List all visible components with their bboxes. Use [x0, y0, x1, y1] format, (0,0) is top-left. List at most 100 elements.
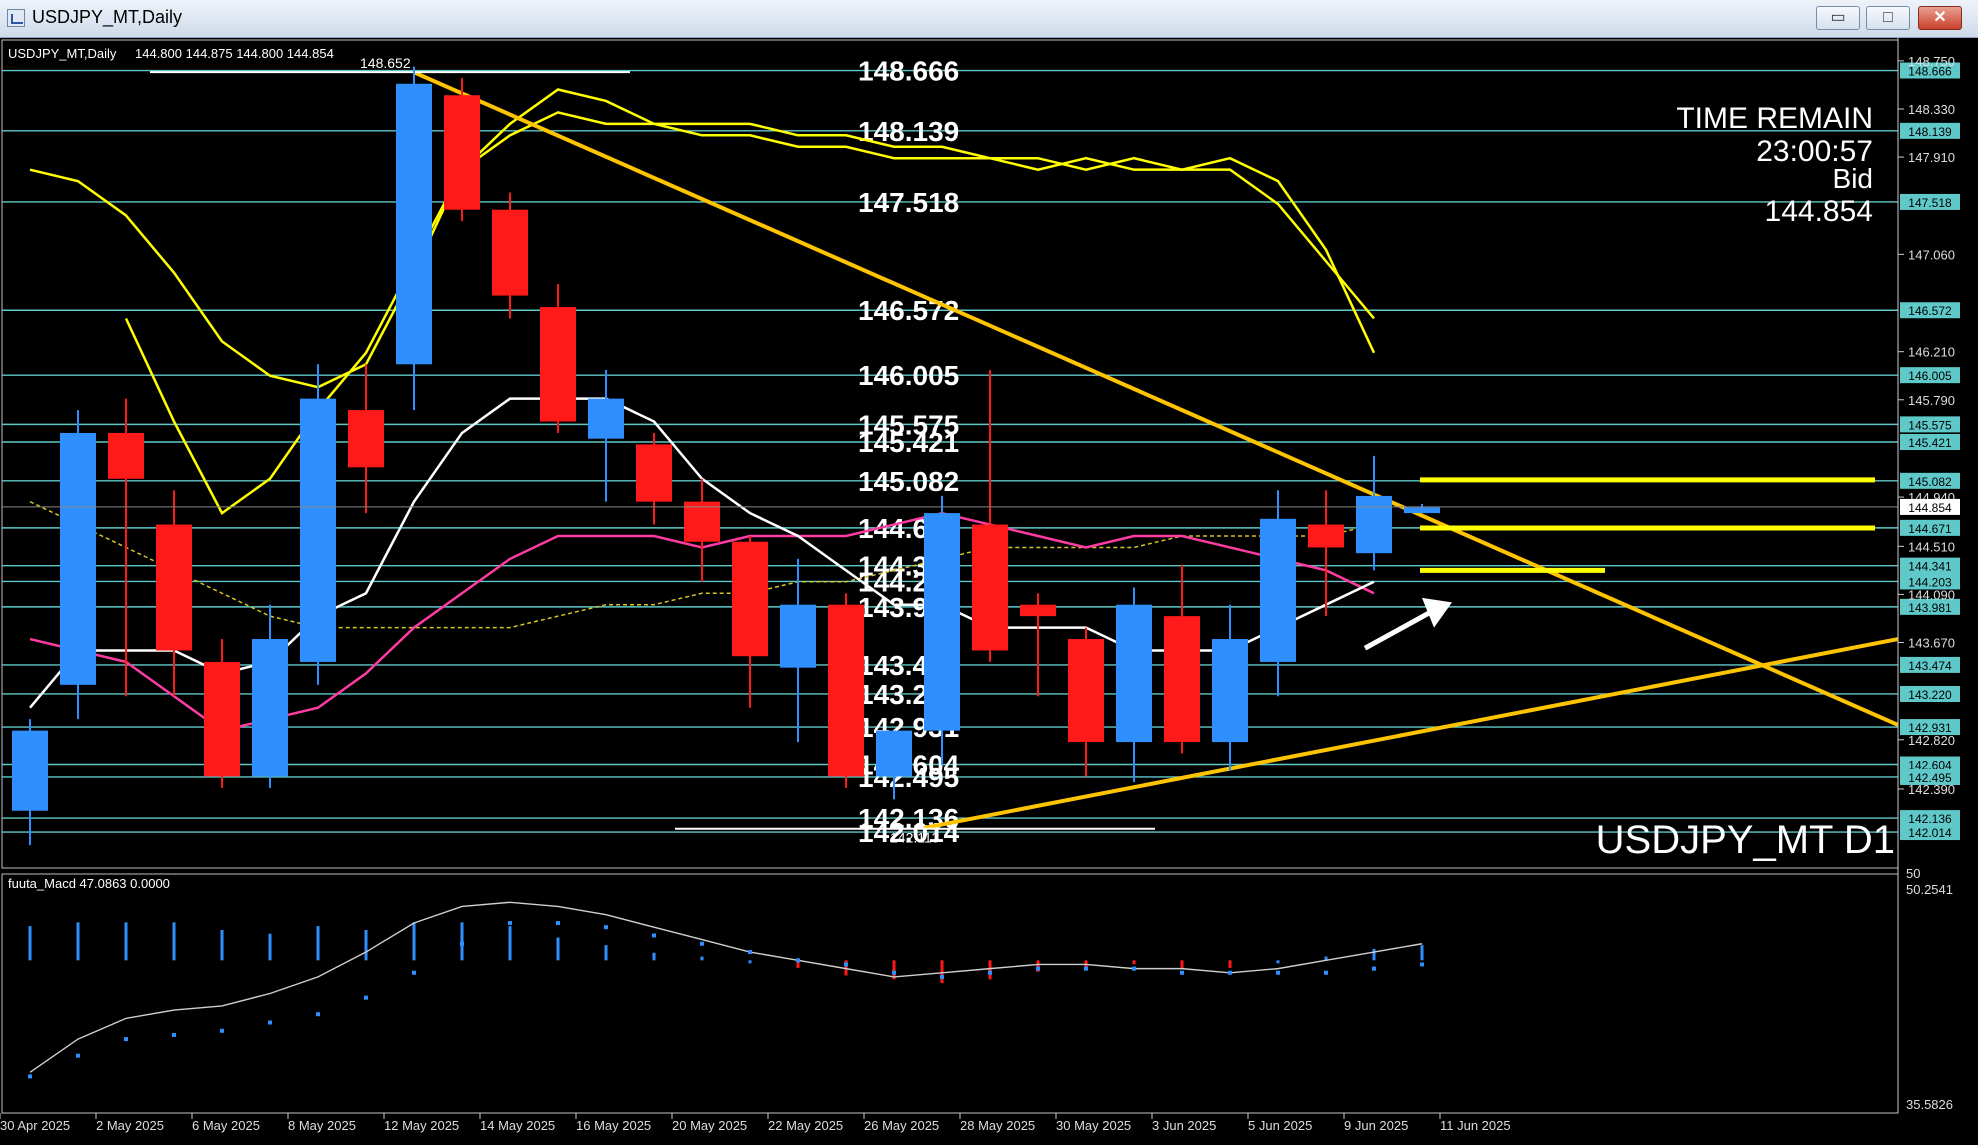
macd-signal-dot — [124, 1037, 128, 1042]
y-tick-label: 147.060 — [1908, 247, 1955, 262]
level-tag-label: 142.014 — [1908, 826, 1952, 840]
bull-candle — [780, 604, 816, 668]
minimize-button[interactable]: ▭ — [1816, 6, 1860, 30]
level-label: 147.518 — [858, 187, 959, 218]
macd-signal-dot — [172, 1032, 176, 1037]
level-tag-label: 142.136 — [1908, 812, 1952, 826]
bear-candle — [1308, 524, 1344, 548]
bull-candle — [300, 398, 336, 662]
level-label: 145.082 — [858, 466, 959, 497]
level-tag-label: 145.082 — [1908, 475, 1952, 489]
x-tick-label: 8 May 2025 — [288, 1118, 356, 1133]
macd-signal-dot — [892, 970, 896, 975]
macd-signal-dot — [1324, 970, 1328, 975]
low-mark-label: 142.113 — [890, 830, 940, 846]
macd-signal-dot — [844, 962, 848, 967]
x-tick-label: 12 May 2025 — [384, 1118, 459, 1133]
bear-candle — [1068, 639, 1104, 743]
bid-tag-label: 144.854 — [1908, 501, 1952, 515]
macd-signal-dot — [412, 970, 416, 975]
close-button[interactable]: ✕ — [1918, 6, 1962, 30]
bear-candle — [1020, 604, 1056, 617]
chart-window-icon — [7, 9, 25, 27]
bull-candle — [252, 639, 288, 777]
level-tag-label: 146.572 — [1908, 304, 1952, 318]
bull-candle — [924, 513, 960, 731]
level-label: 146.572 — [858, 295, 959, 326]
y-tick-label: 142.820 — [1908, 733, 1955, 748]
chart-area[interactable]: 148.666 148.666 148.139 148.139 147.518 147.5… — [0, 38, 1978, 1140]
x-tick-label: 5 Jun 2025 — [1248, 1118, 1312, 1133]
x-tick-label: 28 May 2025 — [960, 1118, 1035, 1133]
level-tag-label: 147.518 — [1908, 196, 1952, 210]
macd-signal-dot — [1372, 966, 1376, 971]
level-label: 145.421 — [858, 427, 959, 458]
x-tick-label: 6 May 2025 — [192, 1118, 260, 1133]
macd-signal-dot — [796, 958, 800, 963]
level-tag-label: 148.139 — [1908, 125, 1952, 139]
y-tick-label: 148.750 — [1908, 54, 1955, 69]
macd-signal-dot — [1228, 970, 1232, 975]
y-tick-label: 145.790 — [1908, 393, 1955, 408]
y-tick-label: 146.210 — [1908, 345, 1955, 360]
price-chart[interactable]: 148.666148.666148.139148.139147.518147.5… — [0, 38, 1978, 1140]
macd-signal-dot — [988, 970, 992, 975]
chart-watermark: USDJPY_MT D1 — [1596, 818, 1895, 862]
macd-signal-dot — [1132, 966, 1136, 971]
macd-signal-dot — [460, 941, 464, 946]
window-title: USDJPY_MT,Daily — [32, 7, 183, 27]
level-tag-label: 145.421 — [1908, 436, 1952, 450]
level-tag-label: 144.341 — [1908, 560, 1952, 574]
bear-candle — [348, 410, 384, 468]
macd-tick-label: 35.5826 — [1906, 1097, 1953, 1112]
bull-candle — [1404, 507, 1440, 514]
macd-signal-dot — [508, 921, 512, 926]
bull-candle — [1212, 639, 1248, 743]
bear-candle — [108, 432, 144, 479]
bear-candle — [156, 524, 192, 651]
bear-candle — [204, 661, 240, 777]
bid-label: Bid — [1833, 163, 1873, 194]
symbol-label: USDJPY_MT,Daily — [8, 46, 117, 61]
x-tick-label: 16 May 2025 — [576, 1118, 651, 1133]
bull-candle — [876, 730, 912, 777]
band-upper-line — [29, 111, 1376, 389]
macd-line — [29, 901, 1423, 1073]
bear-candle — [972, 524, 1008, 651]
y-tick-label: 147.910 — [1908, 150, 1955, 165]
bear-candle — [684, 501, 720, 542]
x-tick-label: 14 May 2025 — [480, 1118, 555, 1133]
macd-tick-label: 50.2541 — [1906, 882, 1953, 897]
macd-signal-dot — [1420, 962, 1424, 967]
level-tag-label: 143.981 — [1908, 601, 1952, 615]
x-tick-label: 11 Jun 2025 — [1440, 1118, 1511, 1133]
level-tag-label: 146.005 — [1908, 369, 1952, 383]
high-mark-label: 148.652 — [360, 55, 411, 71]
bear-candle — [492, 209, 528, 296]
bull-candle — [1116, 604, 1152, 743]
bid-value: 144.854 — [1765, 195, 1873, 228]
level-label: 146.005 — [858, 360, 959, 391]
y-tick-label: 142.390 — [1908, 782, 1955, 797]
level-label: 148.666 — [858, 56, 959, 87]
bear-candle — [732, 541, 768, 657]
macd-signal-dot — [28, 1074, 32, 1079]
y-tick-label: 144.510 — [1908, 539, 1955, 554]
macd-signal-dot — [1084, 966, 1088, 971]
window-titlebar: USDJPY_MT,Daily ▭ □ ✕ — [0, 0, 1978, 38]
ohlc-label: 144.800 144.875 144.800 144.854 — [135, 46, 334, 61]
x-tick-label: 2 May 2025 — [96, 1118, 164, 1133]
macd-signal-dot — [652, 933, 656, 938]
bear-candle — [636, 444, 672, 502]
maximize-button[interactable]: □ — [1866, 6, 1910, 30]
macd-label: fuuta_Macd 47.0863 0.0000 — [8, 876, 170, 891]
x-tick-label: 26 May 2025 — [864, 1118, 939, 1133]
macd-signal-dot — [316, 1012, 320, 1017]
x-tick-label: 22 May 2025 — [768, 1118, 843, 1133]
bear-candle — [540, 307, 576, 422]
bull-candle — [588, 398, 624, 439]
macd-signal-dot — [1180, 970, 1184, 975]
y-tick-label: 144.090 — [1908, 587, 1955, 602]
macd-signal-dot — [1036, 966, 1040, 971]
x-tick-label: 9 Jun 2025 — [1344, 1118, 1408, 1133]
